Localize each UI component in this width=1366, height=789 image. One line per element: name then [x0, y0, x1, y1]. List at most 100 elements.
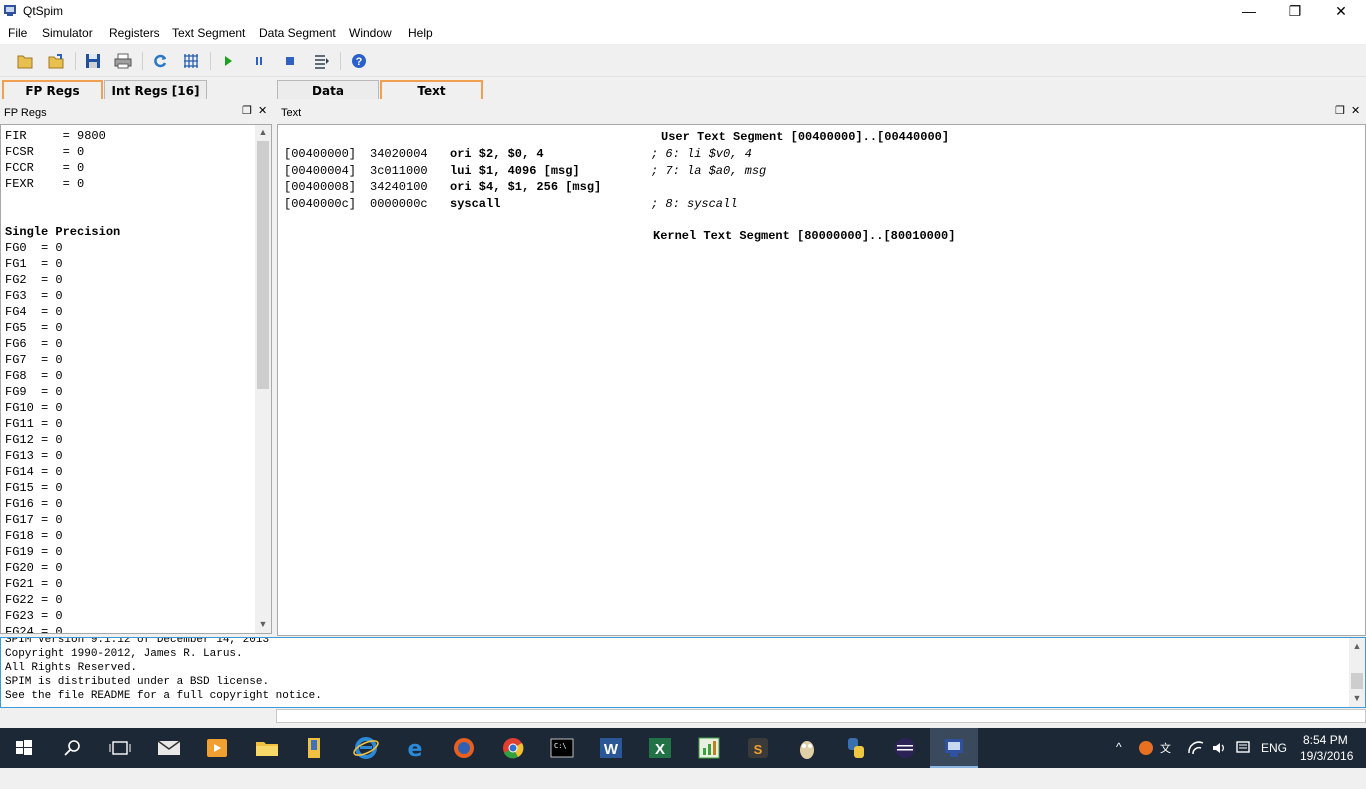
register-line: FG19 = 0 — [5, 545, 63, 559]
stop-icon[interactable] — [280, 51, 300, 71]
help-icon[interactable]: ? — [349, 51, 369, 71]
tray-chevron-icon[interactable]: ^ — [1116, 740, 1122, 780]
excel-icon[interactable]: X — [646, 734, 674, 762]
svg-text:S: S — [754, 742, 763, 757]
task-view-icon[interactable] — [106, 734, 134, 762]
text-segment-panel: User Text Segment [00400000]..[00440000]… — [277, 124, 1366, 636]
scroll-thumb[interactable] — [257, 141, 269, 389]
antivirus-tray-icon[interactable] — [1137, 739, 1155, 757]
sublime-icon[interactable]: S — [744, 734, 772, 762]
instruction-comment: ; 8: syscall — [651, 196, 738, 211]
eclipse-icon[interactable] — [891, 734, 919, 762]
menu-text-segment[interactable]: Text Segment — [172, 26, 245, 40]
grid-icon[interactable] — [181, 51, 201, 71]
restore-button[interactable]: ❐ — [1272, 0, 1318, 22]
tab-data[interactable]: Data — [277, 80, 379, 99]
mail-icon[interactable] — [155, 734, 183, 762]
reload-file-icon[interactable] — [46, 51, 66, 71]
status-bar — [276, 709, 1366, 723]
register-line: FG14 = 0 — [5, 465, 63, 479]
fp-regs-scrollbar[interactable]: ▲ ▼ — [255, 125, 271, 633]
menu-window[interactable]: Window — [349, 26, 392, 40]
instruction-code: 3c011000 — [370, 163, 428, 178]
tab-text[interactable]: Text — [380, 80, 483, 99]
user-text-segment-header: User Text Segment [00400000]..[00440000] — [661, 130, 950, 144]
volume-icon[interactable] — [1210, 739, 1228, 757]
register-line: FG24 = 0 — [5, 625, 63, 634]
console-line: SPIM is distributed under a BSD license. — [5, 676, 270, 688]
scroll-up-icon[interactable]: ▲ — [1349, 641, 1365, 651]
pause-icon[interactable] — [249, 51, 269, 71]
close-button[interactable]: ✕ — [1318, 0, 1364, 22]
instruction-text: syscall — [450, 196, 501, 211]
edge-icon[interactable]: e — [401, 734, 429, 762]
console-scrollbar[interactable]: ▲ ▼ — [1349, 638, 1365, 707]
qtspim-task-button[interactable] — [930, 728, 978, 768]
instruction-comment: ; 6: li $v0, 4 — [651, 147, 752, 161]
python-icon[interactable] — [842, 734, 870, 762]
instruction-address: [00400000] — [284, 147, 357, 161]
documents-icon[interactable] — [302, 734, 330, 762]
scroll-down-icon[interactable]: ▼ — [1349, 693, 1365, 703]
save-icon[interactable] — [83, 51, 103, 71]
register-line: FG18 = 0 — [5, 529, 63, 543]
register-line: FG23 = 0 — [5, 609, 63, 623]
float-icon[interactable]: ❐ — [1335, 104, 1345, 117]
search-icon[interactable] — [58, 734, 86, 762]
chrome-icon[interactable] — [499, 734, 527, 762]
title-bar: QtSpim — ❐ ✕ — [0, 0, 1366, 22]
qtspim-icon[interactable] — [940, 734, 968, 762]
start-icon[interactable] — [10, 734, 38, 762]
instruction-address: [0040000c] — [284, 196, 357, 211]
instruction-comment: ; 7: la $a0, msg — [651, 163, 767, 178]
menu-data-segment[interactable]: Data Segment — [259, 26, 336, 40]
svg-text:e: e — [408, 737, 423, 762]
input-method-icon[interactable]: 文 — [1160, 740, 1171, 780]
instruction-code: 0000000c — [370, 196, 428, 211]
spreadsheet-icon[interactable] — [695, 734, 723, 762]
scroll-up-icon[interactable]: ▲ — [255, 127, 271, 137]
close-icon[interactable]: ✕ — [1351, 104, 1360, 117]
run-icon[interactable] — [218, 51, 238, 71]
register-line: FG9 = 0 — [5, 385, 63, 399]
float-icon[interactable]: ❐ — [242, 104, 252, 117]
register-line: FG22 = 0 — [5, 593, 63, 607]
word-icon[interactable]: W — [597, 734, 625, 762]
register-line: FEXR = 0 — [5, 177, 85, 191]
internet-explorer-icon[interactable] — [352, 734, 380, 762]
register-line: FG3 = 0 — [5, 289, 63, 303]
instruction-text: ori $2, $0, 4 — [450, 147, 544, 161]
step-icon[interactable] — [311, 51, 331, 71]
register-line: FG12 = 0 — [5, 433, 63, 447]
scroll-thumb[interactable] — [1351, 673, 1363, 689]
terminal-icon[interactable]: C:\ — [548, 734, 576, 762]
toolbar-separator — [210, 52, 211, 70]
menu-simulator[interactable]: Simulator — [42, 26, 93, 40]
file-explorer-icon[interactable] — [253, 734, 281, 762]
firefox-icon[interactable] — [450, 734, 478, 762]
media-icon[interactable] — [203, 734, 231, 762]
wifi-icon[interactable] — [1187, 739, 1205, 757]
register-line: FG7 = 0 — [5, 353, 63, 367]
minimize-button[interactable]: — — [1226, 0, 1272, 22]
console-panel: SPIM Version 9.1.12 of December 14, 2013… — [0, 637, 1366, 708]
tab-int-regs[interactable]: Int Regs [16] — [104, 80, 207, 99]
svg-text:C:\: C:\ — [554, 742, 567, 750]
scroll-down-icon[interactable]: ▼ — [255, 619, 271, 629]
open-folder-icon[interactable] — [15, 51, 35, 71]
register-line: FG5 = 0 — [5, 321, 63, 335]
language-indicator[interactable]: ENG — [1261, 741, 1287, 781]
register-line: FG10 = 0 — [5, 401, 63, 415]
menu-help[interactable]: Help — [408, 26, 433, 40]
clock-date[interactable]: 19/3/2016 — [1300, 749, 1353, 789]
fp-regs-dock-header: FP Regs ❐ ✕ — [0, 103, 272, 122]
refresh-icon[interactable] — [150, 51, 170, 71]
action-center-icon[interactable] — [1234, 739, 1252, 757]
gopher-icon[interactable] — [793, 734, 821, 762]
menu-file[interactable]: File — [8, 26, 27, 40]
menu-registers[interactable]: Registers — [109, 26, 160, 40]
close-icon[interactable]: ✕ — [258, 104, 267, 117]
register-line: FG13 = 0 — [5, 449, 63, 463]
print-icon[interactable] — [113, 51, 133, 71]
tab-fp-regs[interactable]: FP Regs — [2, 80, 103, 99]
